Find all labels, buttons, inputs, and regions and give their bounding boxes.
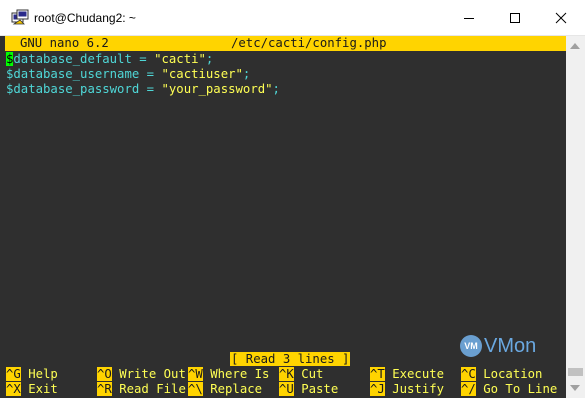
nano-header-bar: GNU nano 6.2 /etc/cacti/config.php	[5, 36, 566, 51]
shortcut-go-to-line[interactable]: ^/ Go To Line	[461, 382, 557, 397]
nano-filename: /etc/cacti/config.php	[231, 36, 387, 50]
variable-name: database_password	[13, 82, 140, 96]
code-line-3[interactable]: $database_password = "your_password";	[6, 82, 280, 97]
shortcut-key: ^U	[279, 382, 294, 396]
shortcut-label: Where Is	[202, 367, 270, 381]
shortcut-read-file[interactable]: ^R Read File	[97, 382, 186, 397]
shortcut-exit[interactable]: ^X Exit	[6, 382, 58, 397]
window-title: root@Chudang2: ~	[34, 11, 136, 25]
shortcut-key: ^O	[97, 367, 112, 381]
shortcut-label: Location	[475, 367, 543, 381]
close-icon	[555, 12, 567, 23]
shortcut-key: ^T	[370, 367, 385, 381]
window-titlebar[interactable]: root@Chudang2: ~	[0, 0, 585, 36]
semicolon: ;	[272, 82, 280, 96]
assign-operator: =	[139, 67, 162, 81]
shortcut-write-out[interactable]: ^O Write Out	[97, 367, 186, 382]
shortcut-label: Replace	[202, 382, 263, 396]
shortcut-where-is[interactable]: ^W Where Is	[188, 367, 269, 382]
scroll-up-icon[interactable]	[570, 43, 580, 49]
status-message: [ Read 3 lines ]	[230, 352, 351, 366]
shortcut-key: ^\	[188, 382, 203, 396]
semicolon: ;	[242, 67, 251, 81]
vmon-logo-icon: VM	[460, 335, 482, 357]
shortcut-key: ^X	[6, 382, 21, 396]
shortcut-key: ^W	[188, 367, 203, 381]
string-value: "cactiuser"	[161, 67, 243, 81]
shortcut-label: Read File	[111, 382, 186, 396]
string-value: "cacti"	[154, 52, 206, 66]
maximize-button[interactable]	[492, 0, 538, 35]
terminal-area[interactable]: GNU nano 6.2 /etc/cacti/config.php $data…	[0, 36, 566, 398]
putty-terminal-icon	[11, 9, 29, 25]
shortcut-execute[interactable]: ^T Execute	[370, 367, 444, 382]
scrollbar-thumb[interactable]	[568, 368, 583, 376]
shortcut-location[interactable]: ^C Location	[461, 367, 542, 382]
minimize-icon	[464, 17, 474, 19]
code-line-1[interactable]: $database_default = "cacti";	[6, 52, 213, 67]
code-line-2[interactable]: $database_username = "cactiuser";	[6, 67, 250, 82]
shortcut-label: Cut	[293, 367, 324, 381]
semicolon: ;	[205, 52, 214, 66]
shortcut-cut[interactable]: ^K Cut	[279, 367, 323, 382]
shortcut-key: ^G	[6, 367, 21, 381]
assign-operator: =	[131, 52, 155, 66]
variable-name: database_default	[13, 52, 132, 66]
shortcut-label: Justify	[384, 382, 445, 396]
shortcut-key: ^K	[279, 367, 294, 381]
variable-name: database_username	[13, 67, 140, 81]
shortcut-label: Paste	[293, 382, 339, 396]
nano-version: GNU nano 6.2	[20, 36, 109, 50]
shortcut-key: ^R	[97, 382, 112, 396]
shortcut-key: ^/	[461, 382, 476, 396]
minimize-button[interactable]	[446, 0, 492, 35]
close-button[interactable]	[538, 0, 584, 35]
shortcut-help[interactable]: ^G Help	[6, 367, 58, 382]
vertical-scrollbar[interactable]	[566, 36, 585, 398]
vmon-watermark-text: VMon	[484, 334, 537, 357]
shortcut-label: Execute	[384, 367, 445, 381]
shortcut-key: ^C	[461, 367, 476, 381]
shortcut-paste[interactable]: ^U Paste	[279, 382, 338, 397]
vmon-watermark: VM VMon	[460, 332, 536, 360]
shortcut-key: ^J	[370, 382, 385, 396]
string-value: "your_password"	[161, 82, 273, 96]
shortcut-justify[interactable]: ^J Justify	[370, 382, 444, 397]
shortcut-label: Help	[20, 367, 58, 381]
assign-operator: =	[139, 82, 162, 96]
scroll-down-icon[interactable]	[570, 385, 580, 391]
shortcut-label: Exit	[20, 382, 58, 396]
shortcut-label: Go To Line	[475, 382, 558, 396]
shortcut-replace[interactable]: ^\ Replace	[188, 382, 262, 397]
maximize-icon	[510, 12, 520, 23]
shortcut-label: Write Out	[111, 367, 186, 381]
